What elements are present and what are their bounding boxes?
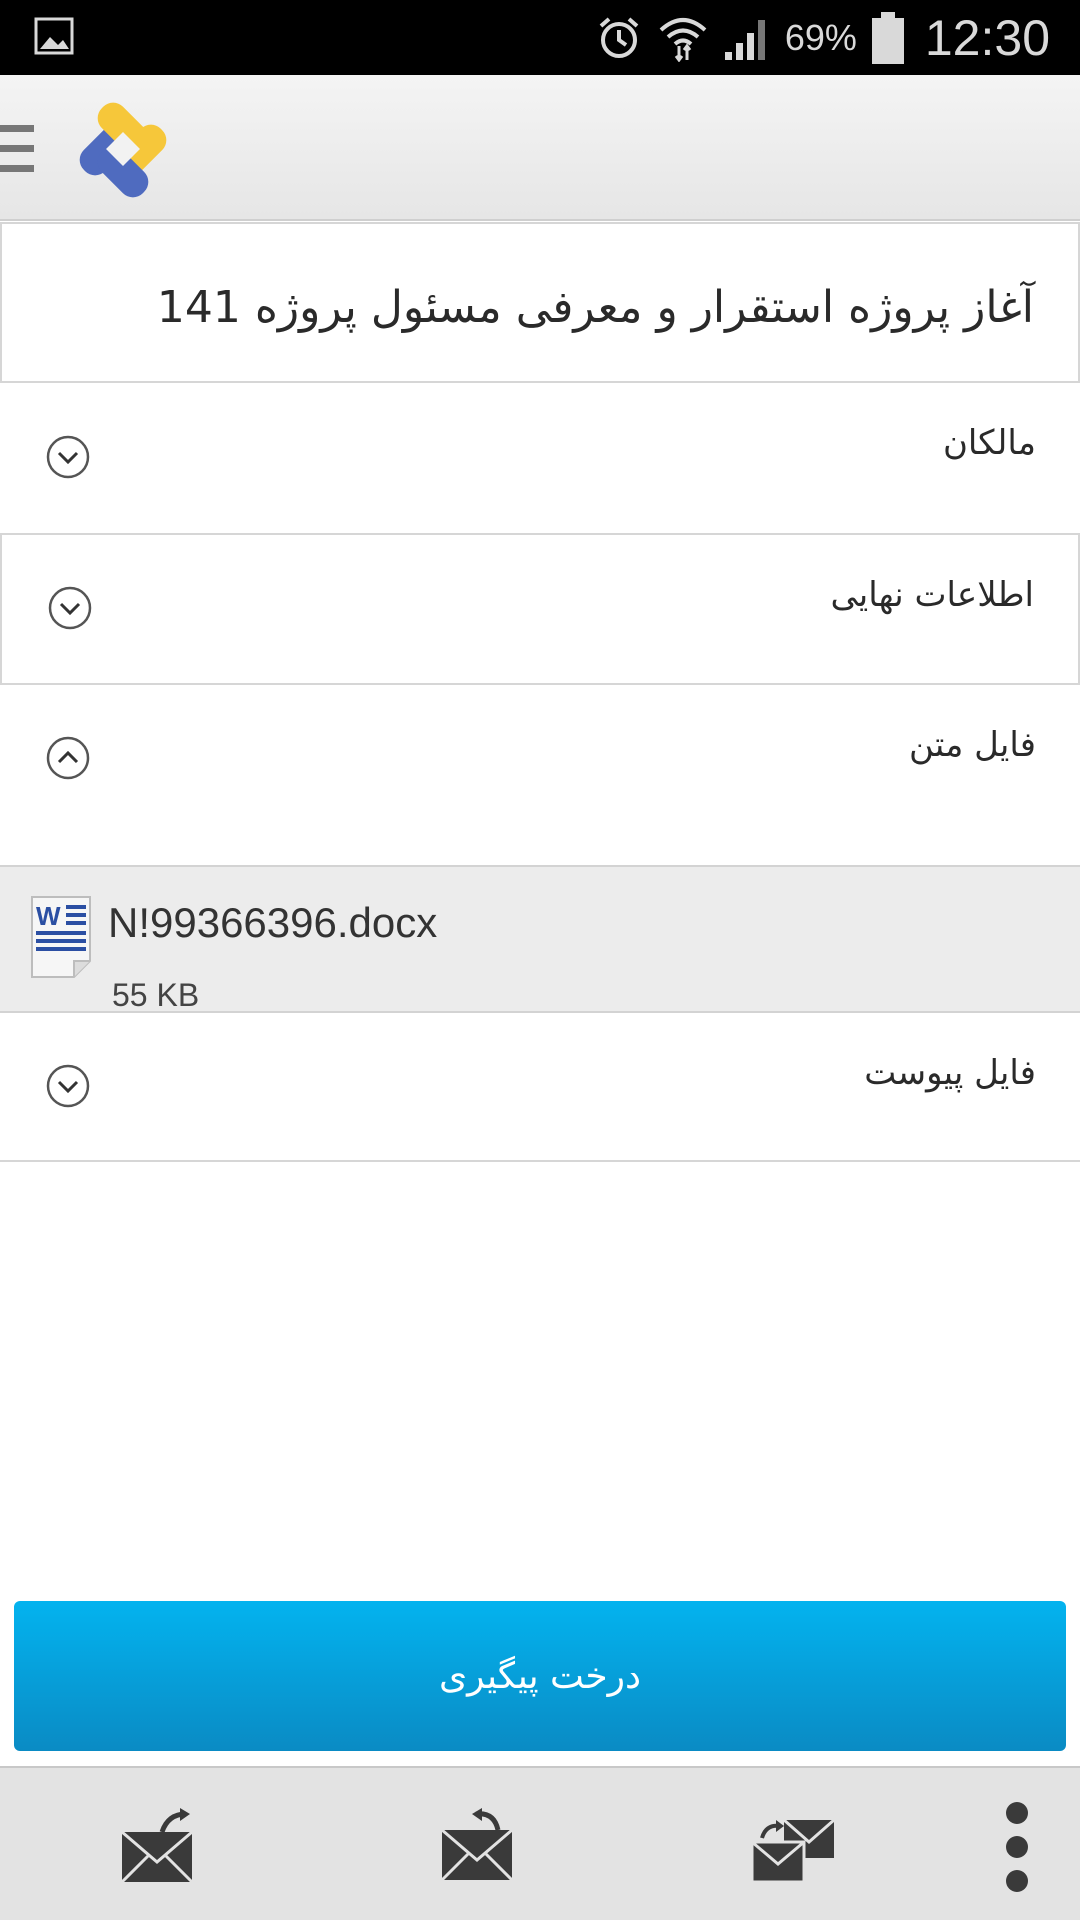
app-header xyxy=(0,75,1080,221)
document-title-card: آغاز پروژه استقرار و معرفی مسئول پروژه 1… xyxy=(0,222,1080,383)
bottom-action-bar xyxy=(0,1766,1080,1920)
section-label: مالکان xyxy=(942,423,1036,463)
alarm-icon xyxy=(599,16,639,58)
clock: 12:30 xyxy=(924,9,1050,66)
forward-mail-icon[interactable] xyxy=(116,1808,206,1888)
signal-icon xyxy=(724,19,765,60)
word-document-icon: W xyxy=(31,896,91,978)
chevron-up-icon[interactable] xyxy=(46,736,90,780)
chevron-down-icon[interactable] xyxy=(46,435,90,479)
chevron-down-icon[interactable] xyxy=(48,586,92,630)
section-text-file[interactable]: فایل متن xyxy=(0,685,1080,865)
document-title: آغاز پروژه استقرار و معرفی مسئول پروژه 1… xyxy=(156,282,1034,333)
status-bar: 69% 12:30 xyxy=(0,0,1080,75)
file-size: 55 KB xyxy=(112,977,200,1013)
section-label: اطلاعات نهایی xyxy=(830,575,1034,615)
battery-percent: 69% xyxy=(784,16,857,58)
reply-all-mail-icon[interactable] xyxy=(748,1808,838,1888)
section-label: فایل متن xyxy=(909,725,1036,765)
file-name: N!99366396.docx xyxy=(108,899,438,946)
overflow-menu-icon[interactable] xyxy=(1000,1802,1034,1892)
section-attachment-file[interactable]: فایل پیوست xyxy=(0,1013,1080,1162)
app-logo[interactable] xyxy=(68,95,178,203)
menu-icon[interactable] xyxy=(0,125,34,173)
chevron-down-icon[interactable] xyxy=(46,1064,90,1108)
section-label: فایل پیوست xyxy=(864,1053,1036,1093)
gallery-icon xyxy=(34,17,74,55)
wifi-icon xyxy=(659,17,707,62)
battery-icon xyxy=(871,11,904,64)
reply-mail-icon[interactable] xyxy=(432,1808,522,1888)
file-item[interactable]: W N!99366396.docx 55 KB xyxy=(0,865,1080,1013)
tracking-tree-button[interactable]: درخت پیگیری xyxy=(14,1601,1066,1751)
svg-text:W: W xyxy=(36,901,61,931)
section-final-info[interactable]: اطلاعات نهایی xyxy=(0,535,1080,685)
section-owners[interactable]: مالکان xyxy=(0,383,1080,535)
